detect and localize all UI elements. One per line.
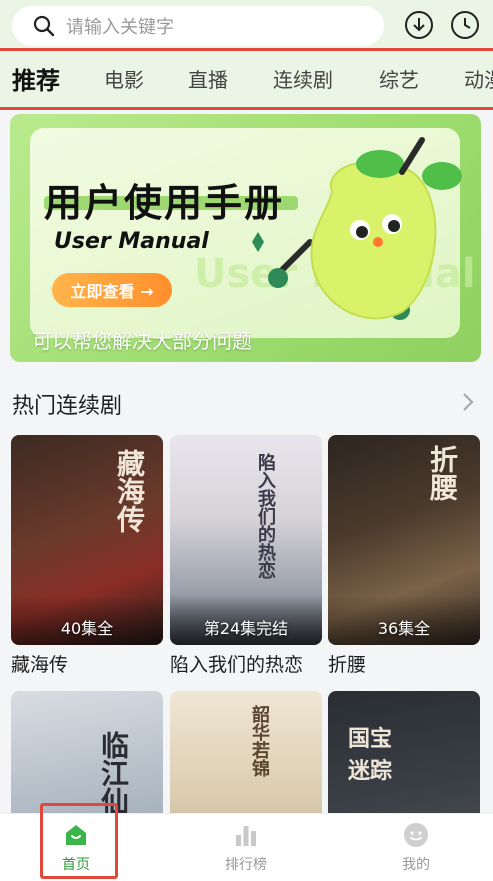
category-tabs: 推荐 电影 直播 连续剧 综艺 动漫 [0,48,493,110]
episode-badge: 36集全 [377,619,431,638]
nav-profile-label: 我的 [402,857,430,873]
search-box[interactable]: 请输入关键字 [12,6,384,46]
poster-title: 韶华若锦 [249,705,270,777]
poster-title: 国宝迷踪 [348,726,393,784]
search-icon [33,15,55,37]
tab-live[interactable]: 直播 [188,64,228,93]
poster-title: 藏海传 [113,449,146,533]
history-clock-icon[interactable] [450,10,480,40]
episode-badge: 第24集完结 [203,619,289,638]
nav-ranking-label: 排行榜 [225,857,267,873]
tab-movies[interactable]: 电影 [104,64,144,93]
chevron-right-icon[interactable] [458,390,478,414]
section-title: 热门连续剧 [12,394,123,419]
top-bar: 请输入关键字 [0,0,493,48]
drama-card-poster[interactable]: 陷入我们的热恋 第24集完结 [170,435,322,645]
search-input[interactable]: 请输入关键字 [66,13,174,39]
tab-variety[interactable]: 综艺 [379,64,419,93]
banner-subtitle: User Manual [54,229,209,254]
tab-anime[interactable]: 动漫 [464,64,493,93]
home-highlight-box [40,803,118,879]
drama-title[interactable]: 藏海传 [11,650,68,677]
poster-title: 陷入我们的热恋 [255,453,276,579]
drama-card-poster[interactable]: 藏海传 40集全 [11,435,163,645]
tab-series[interactable]: 连续剧 [273,64,333,93]
tab-recommend[interactable]: 推荐 [12,61,60,96]
episode-badge: 40集全 [60,619,114,638]
poster-title: 折腰 [426,445,459,501]
nav-ranking[interactable]: 排行榜 [186,814,306,881]
drama-card-poster[interactable]: 折腰 36集全 [328,435,480,645]
bar-chart-icon [236,826,256,846]
view-now-button[interactable]: 立即查看 → [52,273,172,307]
nav-profile[interactable]: 我的 [356,814,476,881]
drama-title[interactable]: 陷入我们的热恋 [170,650,303,677]
profile-icon [404,823,428,847]
drama-title[interactable]: 折腰 [328,650,366,677]
banner-caption: 可以帮您解决大部分问题 [32,329,252,353]
download-icon[interactable] [404,10,434,40]
mango-mascot-icon [252,137,462,320]
